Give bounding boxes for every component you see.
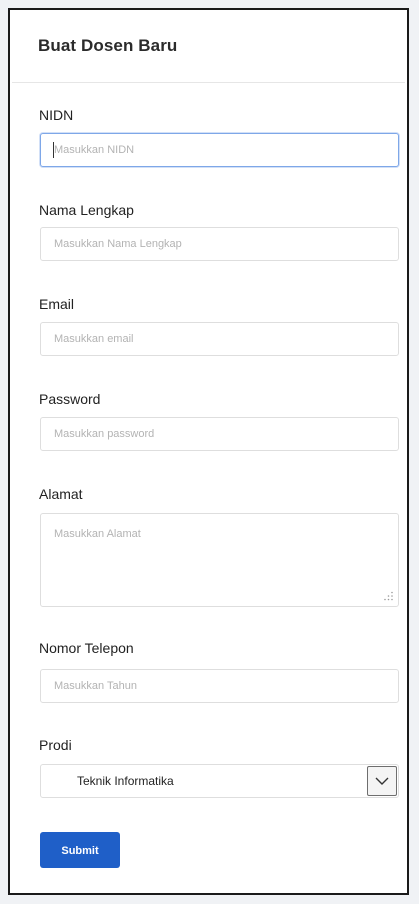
text-caret <box>53 142 54 158</box>
nama-lengkap-input[interactable]: Masukkan Nama Lengkap <box>40 227 399 261</box>
email-input[interactable]: Masukkan email <box>40 322 399 356</box>
alamat-placeholder: Masukkan Alamat <box>54 528 141 540</box>
card-header: Buat Dosen Baru <box>12 10 405 83</box>
password-label: Password <box>39 391 101 407</box>
password-placeholder: Masukkan password <box>54 428 155 440</box>
email-label: Email <box>39 296 75 312</box>
nama-lengkap-label: Nama Lengkap <box>39 202 134 218</box>
prodi-select[interactable]: Teknik Informatika <box>40 764 399 798</box>
nidn-label: NIDN <box>39 107 74 123</box>
password-input[interactable]: Masukkan password <box>40 417 399 451</box>
prodi-label: Prodi <box>39 737 72 753</box>
select-arrow-button[interactable] <box>367 766 397 796</box>
resize-grip-icon[interactable] <box>383 591 393 601</box>
submit-button[interactable]: Submit <box>40 832 120 868</box>
nomor-telepon-label: Nomor Telepon <box>39 640 134 656</box>
nomor-telepon-placeholder: Masukkan Tahun <box>54 680 137 692</box>
chevron-down-icon <box>375 777 389 785</box>
create-lecturer-card: Buat Dosen Baru NIDN Masukkan NIDN Nama … <box>12 10 405 888</box>
alamat-label: Alamat <box>39 486 83 502</box>
nidn-placeholder: Masukkan NIDN <box>54 144 135 156</box>
nama-lengkap-placeholder: Masukkan Nama Lengkap <box>54 238 182 250</box>
prodi-selected-value: Teknik Informatika <box>77 774 174 788</box>
nidn-input[interactable]: Masukkan NIDN <box>40 133 399 167</box>
nomor-telepon-input[interactable]: Masukkan Tahun <box>40 669 399 703</box>
page-title: Buat Dosen Baru <box>38 36 178 55</box>
email-placeholder: Masukkan email <box>54 333 134 345</box>
alamat-textarea[interactable]: Masukkan Alamat <box>40 513 399 607</box>
